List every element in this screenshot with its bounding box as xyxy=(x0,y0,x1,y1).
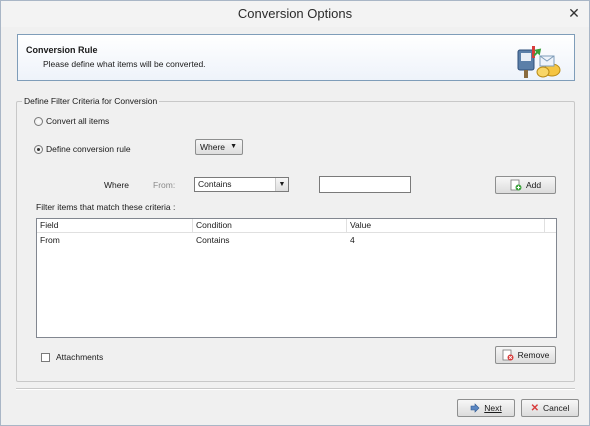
condition-select[interactable]: Contains ▼ xyxy=(194,177,289,192)
header-subtitle: Please define what items will be convert… xyxy=(43,59,206,69)
remove-icon xyxy=(502,349,514,361)
header-title: Conversion Rule xyxy=(26,45,98,55)
rule-type-dropdown[interactable]: Where ▼ xyxy=(195,139,243,155)
add-icon xyxy=(510,179,522,191)
cell-field: From xyxy=(40,235,60,245)
field-label: From: xyxy=(153,180,176,190)
next-button-label: Next xyxy=(484,403,502,413)
rule-type-value: Where xyxy=(200,142,226,152)
chevron-down-icon: ▼ xyxy=(230,143,237,150)
column-header-condition[interactable]: Condition xyxy=(193,219,347,232)
remove-button-label: Remove xyxy=(517,350,550,360)
header-panel: Conversion Rule Please define what items… xyxy=(17,34,575,81)
where-label: Where xyxy=(104,180,130,190)
remove-button[interactable]: Remove xyxy=(495,346,556,364)
condition-select-value: Contains xyxy=(198,179,232,189)
convert-all-radio[interactable] xyxy=(34,116,43,126)
cell-condition: Contains xyxy=(196,235,230,245)
attachments-option[interactable]: Attachments xyxy=(41,352,103,362)
cancel-button-label: Cancel xyxy=(542,403,570,413)
convert-all-label: Convert all items xyxy=(46,116,110,126)
table-row[interactable]: From Contains 4 xyxy=(37,233,556,247)
criteria-value-input[interactable] xyxy=(319,176,411,193)
close-button[interactable]: ✕ xyxy=(565,5,583,21)
attachments-label: Attachments xyxy=(56,352,104,362)
define-rule-radio[interactable] xyxy=(34,144,43,154)
filter-table-caption: Filter items that match these criteria : xyxy=(36,202,176,212)
conversion-options-window: Conversion Options ✕ Conversion Rule Ple… xyxy=(0,0,590,426)
table-header: Field Condition Value xyxy=(37,219,556,233)
next-arrow-icon xyxy=(470,403,480,413)
column-header-value[interactable]: Value xyxy=(347,219,545,232)
mailbox-convert-icon xyxy=(517,46,561,78)
filter-criteria-legend: Define Filter Criteria for Conversion xyxy=(22,96,160,106)
footer-divider xyxy=(16,388,575,390)
cancel-x-icon: ✕ xyxy=(530,402,539,414)
attachments-checkbox[interactable] xyxy=(41,352,50,362)
convert-all-option[interactable]: Convert all items xyxy=(34,116,109,126)
define-rule-label: Define conversion rule xyxy=(46,144,131,154)
define-rule-option[interactable]: Define conversion rule xyxy=(34,144,131,154)
window-title: Conversion Options xyxy=(237,6,353,21)
chevron-down-icon[interactable]: ▼ xyxy=(275,178,288,191)
cell-value: 4 xyxy=(350,235,355,245)
next-button[interactable]: Next xyxy=(457,399,515,417)
column-header-field[interactable]: Field xyxy=(37,219,193,232)
add-button-label: Add xyxy=(525,180,542,190)
add-button[interactable]: Add xyxy=(495,176,556,194)
filter-criteria-table[interactable]: Field Condition Value From Contains 4 xyxy=(36,218,557,338)
title-bar: Conversion Options ✕ xyxy=(1,1,589,27)
column-header-filler xyxy=(545,219,556,232)
cancel-button[interactable]: ✕ Cancel xyxy=(521,399,579,417)
